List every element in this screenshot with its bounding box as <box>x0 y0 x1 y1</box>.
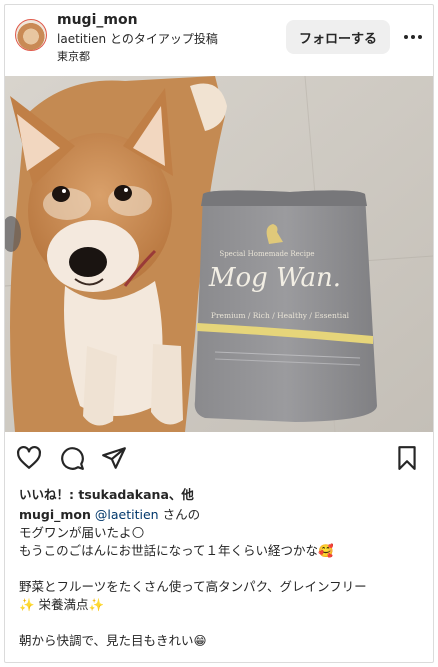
heart-icon[interactable] <box>16 445 42 471</box>
caption-line: 朝から快調で、見た目もきれい😁 <box>19 633 207 648</box>
caption-username[interactable]: mugi_mon <box>19 507 91 522</box>
post-image[interactable]: Special Homemade Recipe Mog Wan. Premium… <box>5 76 433 432</box>
bookmark-icon[interactable] <box>394 445 420 471</box>
comment-icon[interactable] <box>59 445 85 471</box>
location-label[interactable]: 東京都 <box>57 48 90 64</box>
package-brand: Mog Wan. <box>208 263 341 293</box>
caption-mention[interactable]: @laetitien <box>95 507 159 522</box>
photo-illustration: Special Homemade Recipe Mog Wan. Premium… <box>5 76 433 432</box>
post-card: mugi_mon laetitien とのタイアップ投稿 東京都 フォローする <box>4 4 434 663</box>
caption-line: もうこのごはんにお世話になって１年くらい経つかな🥰 <box>19 543 334 558</box>
share-icon[interactable] <box>101 445 127 471</box>
caption-mention-suffix: さんの <box>158 507 201 522</box>
post-caption: mugi_mon @laetitien さんの モグワンが届いたよ🌕 もうこのご… <box>19 506 423 650</box>
action-bar <box>5 441 433 475</box>
post-header: mugi_mon laetitien とのタイアップ投稿 東京都 フォローする <box>5 5 433 75</box>
avatar[interactable] <box>15 19 47 51</box>
likes-summary[interactable]: いいね！: tsukadakana、他 <box>19 484 194 503</box>
follow-button[interactable]: フォローする <box>286 20 390 54</box>
caption-first-line: mugi_mon @laetitien さんの <box>19 506 423 524</box>
caption-line: ✨ 栄養満点✨ <box>19 597 105 612</box>
package-features: Premium / Rich / Healthy / Essential <box>211 311 350 320</box>
post-username[interactable]: mugi_mon <box>57 12 138 28</box>
caption-line: モグワンが届いたよ🌕 <box>19 525 145 540</box>
sponsor-label[interactable]: laetitien とのタイアップ投稿 <box>57 30 218 47</box>
package-tagline: Special Homemade Recipe <box>219 250 314 258</box>
more-options-icon[interactable] <box>399 27 427 47</box>
food-package: Special Homemade Recipe Mog Wan. Premium… <box>194 190 377 422</box>
caption-line: 野菜とフルーツをたくさん使って高タンパク、グレインフリー <box>19 579 367 594</box>
